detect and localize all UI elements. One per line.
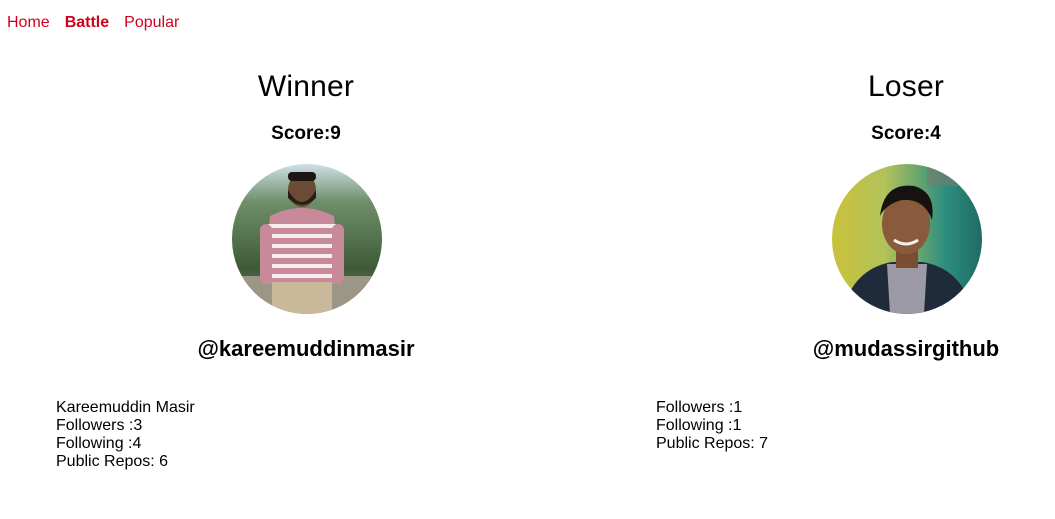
detail-public-repos: Public Repos: 6	[56, 453, 169, 470]
detail-followers: Followers :3	[56, 417, 143, 434]
player-details: Followers :1 Following :1 Public Repos: …	[656, 399, 768, 453]
score-label: Score:9	[271, 123, 341, 144]
avatar-photo-icon	[232, 164, 382, 314]
score-label: Score:4	[871, 123, 941, 144]
detail-name: Kareemuddin Masir	[56, 399, 195, 416]
detail-following: Following :4	[56, 435, 142, 452]
player-card-winner: Winner Score:9 @kareemuddinmasir Kareemu…	[6, 0, 606, 519]
avatar	[832, 164, 982, 314]
player-card-loser: Loser Score:4 @mudassirgithub Followers …	[606, 0, 1055, 519]
detail-following: Following :1	[656, 417, 742, 434]
result-heading: Loser	[867, 70, 945, 103]
avatar-photo-icon	[832, 164, 982, 314]
username[interactable]: @kareemuddinmasir	[6, 335, 606, 363]
username[interactable]: @mudassirgithub	[606, 335, 1055, 363]
avatar	[232, 164, 382, 314]
detail-followers: Followers :1	[656, 399, 743, 416]
player-details: Kareemuddin Masir Followers :3 Following…	[56, 399, 195, 471]
detail-public-repos: Public Repos: 7	[656, 435, 769, 452]
result-heading: Winner	[257, 70, 355, 103]
